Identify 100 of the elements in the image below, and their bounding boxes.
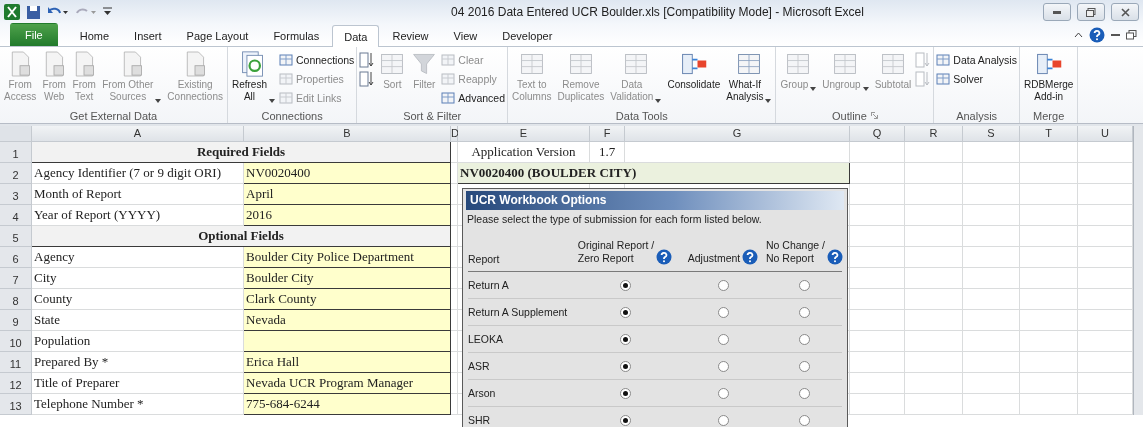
radio-button[interactable] xyxy=(717,414,729,426)
grid-cell[interactable] xyxy=(963,226,1020,247)
grid-cell[interactable] xyxy=(451,289,458,310)
radio-button[interactable] xyxy=(717,387,729,399)
grid-cell[interactable] xyxy=(905,184,963,205)
ribbon-button[interactable]: RDBMerge Add-in xyxy=(1021,49,1076,108)
field-value[interactable]: Boulder City xyxy=(244,268,451,289)
row-header[interactable]: 12 xyxy=(0,373,32,394)
grid-cell[interactable] xyxy=(905,310,963,331)
grid-cell[interactable] xyxy=(1078,394,1133,415)
grid-cell[interactable] xyxy=(963,142,1020,163)
row-header[interactable]: 7 xyxy=(0,268,32,289)
ribbon-tab[interactable]: Data xyxy=(332,25,380,47)
radio-button[interactable] xyxy=(798,360,810,372)
grid-cell[interactable] xyxy=(451,331,458,352)
grid-cell[interactable] xyxy=(1020,331,1078,352)
sort-icon[interactable] xyxy=(359,69,376,88)
column-header[interactable]: F xyxy=(590,126,625,142)
ribbon-button[interactable]: Connections xyxy=(278,51,355,68)
grid-cell[interactable] xyxy=(1020,373,1078,394)
save-icon[interactable] xyxy=(26,4,41,20)
grid-cell[interactable] xyxy=(451,205,458,226)
ribbon-tab[interactable]: Page Layout xyxy=(174,24,261,46)
grid-cell[interactable] xyxy=(1078,163,1133,184)
grid-cell[interactable] xyxy=(963,268,1020,289)
restore-button[interactable] xyxy=(1077,3,1105,21)
grid-cell[interactable] xyxy=(625,142,850,163)
grid-cell[interactable] xyxy=(963,310,1020,331)
grid-cell[interactable] xyxy=(1078,268,1133,289)
radio-button[interactable] xyxy=(798,306,810,318)
grid-cell[interactable] xyxy=(905,394,963,415)
grid-cell[interactable] xyxy=(850,205,905,226)
grid-cell[interactable] xyxy=(850,352,905,373)
grid-cell[interactable] xyxy=(905,268,963,289)
grid-cell[interactable] xyxy=(1078,142,1133,163)
ribbon-tab[interactable]: Formulas xyxy=(261,24,332,46)
grid-cell[interactable] xyxy=(905,352,963,373)
field-value[interactable] xyxy=(244,331,451,352)
column-header[interactable]: A xyxy=(32,126,244,142)
grid-cell[interactable] xyxy=(451,226,458,247)
row-header[interactable]: 1 xyxy=(0,142,32,163)
grid-cell[interactable] xyxy=(850,268,905,289)
field-value[interactable]: Nevada xyxy=(244,310,451,331)
column-header[interactable]: G xyxy=(625,126,850,142)
ribbon-tab[interactable]: Insert xyxy=(122,24,174,46)
grid-cell[interactable] xyxy=(905,289,963,310)
grid-cell[interactable] xyxy=(963,331,1020,352)
row-header[interactable]: 9 xyxy=(0,310,32,331)
grid-cell[interactable] xyxy=(850,163,905,184)
grid-cell[interactable] xyxy=(1020,310,1078,331)
grid-cell[interactable] xyxy=(963,352,1020,373)
column-header[interactable]: B xyxy=(244,126,451,142)
field-value[interactable]: Boulder City Police Department xyxy=(244,247,451,268)
grid-cell[interactable] xyxy=(451,373,458,394)
grid-cell[interactable] xyxy=(1020,226,1078,247)
row-header[interactable]: 5 xyxy=(0,226,32,247)
radio-button[interactable] xyxy=(619,360,631,372)
row-header[interactable]: 4 xyxy=(0,205,32,226)
select-all-corner[interactable] xyxy=(0,126,32,142)
field-value[interactable]: 2016 xyxy=(244,205,451,226)
ribbon-button[interactable]: Data Analysis xyxy=(936,51,1017,68)
grid-cell[interactable] xyxy=(963,163,1020,184)
grid-cell[interactable] xyxy=(905,373,963,394)
collapse-ribbon-icon[interactable] xyxy=(1074,32,1083,38)
field-value[interactable]: Clark County xyxy=(244,289,451,310)
radio-button[interactable] xyxy=(798,333,810,345)
grid-cell[interactable] xyxy=(451,268,458,289)
radio-button[interactable] xyxy=(717,279,729,291)
grid-cell[interactable] xyxy=(1020,184,1078,205)
grid-cell[interactable] xyxy=(1020,289,1078,310)
grid-cell[interactable] xyxy=(451,310,458,331)
field-value[interactable]: Erica Hall xyxy=(244,352,451,373)
grid-cell[interactable] xyxy=(850,247,905,268)
grid-cell[interactable] xyxy=(1020,163,1078,184)
grid-cell[interactable] xyxy=(1020,352,1078,373)
row-header[interactable]: 13 xyxy=(0,394,32,415)
radio-button[interactable] xyxy=(798,387,810,399)
grid-cell[interactable] xyxy=(1020,142,1078,163)
field-value[interactable]: 775-684-6244 xyxy=(244,394,451,415)
grid-cell[interactable] xyxy=(905,226,963,247)
dialog-launcher-icon[interactable] xyxy=(870,112,878,119)
field-value[interactable]: April xyxy=(244,184,451,205)
grid-cell[interactable] xyxy=(451,163,458,184)
ribbon-tab[interactable]: Review xyxy=(380,24,441,46)
grid-cell[interactable] xyxy=(963,247,1020,268)
ribbon-tab[interactable]: Developer xyxy=(490,24,565,46)
grid-cell[interactable] xyxy=(1078,310,1133,331)
field-value[interactable]: Nevada UCR Program Manager xyxy=(244,373,451,394)
help-icon[interactable] xyxy=(826,249,843,265)
radio-button[interactable] xyxy=(717,333,729,345)
grid-cell[interactable] xyxy=(963,205,1020,226)
grid-cell[interactable] xyxy=(1020,247,1078,268)
radio-button[interactable] xyxy=(619,279,631,291)
grid-cell[interactable] xyxy=(905,331,963,352)
grid-cell[interactable] xyxy=(905,142,963,163)
radio-button[interactable] xyxy=(717,360,729,372)
radio-button[interactable] xyxy=(798,414,810,426)
grid-cell[interactable] xyxy=(905,163,963,184)
grid-cell[interactable] xyxy=(451,184,458,205)
scrollbar[interactable] xyxy=(1133,126,1143,142)
